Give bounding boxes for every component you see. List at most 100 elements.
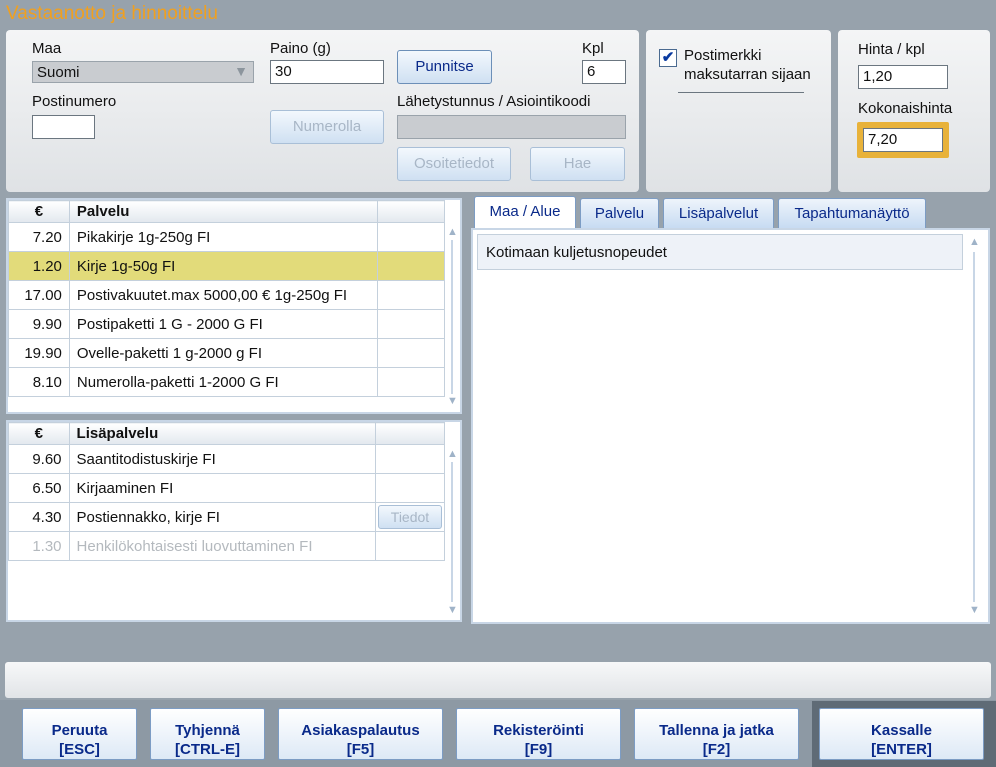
row-price: 8.10 [8, 367, 70, 397]
stamp-checkbox[interactable]: ✔ [659, 49, 677, 67]
row-price: 19.90 [8, 338, 70, 368]
row-price: 17.00 [8, 280, 70, 310]
save-and-continue-label: Tallenna ja jatka [659, 722, 774, 739]
save-and-continue-key: [F2] [702, 741, 731, 758]
row-extra [376, 367, 446, 397]
postal-code-label: Postinumero [32, 93, 117, 110]
table-row[interactable]: 19.90 Ovelle-paketti 1 g-2000 g FI [8, 338, 446, 368]
customer-feedback-label: Asiakaspalautus [301, 722, 420, 739]
row-price: 1.30 [8, 531, 70, 561]
currency-column-header: € [8, 422, 70, 445]
row-extra [376, 251, 446, 281]
list-item-label: Kotimaan kuljetusnopeudet [486, 244, 667, 261]
address-details-button[interactable]: Osoitetiedot [397, 147, 511, 181]
search-button[interactable]: Hae [530, 147, 625, 181]
customer-feedback-key: [F5] [346, 741, 375, 758]
tab-country-region[interactable]: Maa / Alue [474, 196, 576, 228]
services-table: € Palvelu 7.20 Pikakirje 1g-250g FI 1.20 K… [8, 200, 446, 397]
service-column-header: Palvelu [68, 200, 378, 223]
unit-price-label: Hinta / kpl [858, 41, 925, 58]
tab-service[interactable]: Palvelu [580, 198, 659, 228]
country-label: Maa [32, 40, 62, 57]
clear-button[interactable]: Tyhjennä [CTRL-E] [150, 708, 265, 760]
quantity-label: Kpl [582, 40, 604, 57]
table-row[interactable]: 4.30 Postiennakko, kirje FI Tiedot [8, 502, 446, 532]
tab-content-panel [471, 228, 990, 624]
tab-event-view[interactable]: Tapahtumanäyttö [778, 198, 926, 228]
total-price-field[interactable]: 7,20 [863, 128, 943, 152]
row-name: Kirje 1g-50g FI [68, 251, 378, 281]
weight-input[interactable]: 30 [270, 60, 384, 84]
arrow-up-icon[interactable]: ▲ [447, 226, 458, 238]
table-row[interactable]: 9.60 Saantitodistuskirje FI [8, 444, 446, 474]
quantity-input[interactable]: 6 [582, 60, 626, 84]
arrow-up-icon[interactable]: ▲ [447, 448, 458, 460]
extra-column-header [376, 200, 446, 223]
row-name: Ovelle-paketti 1 g-2000 g FI [68, 338, 378, 368]
row-extra: Tiedot [374, 502, 446, 532]
arrow-down-icon[interactable]: ▼ [969, 604, 980, 616]
tracking-code-input[interactable] [397, 115, 626, 139]
currency-column-header: € [8, 200, 70, 223]
row-price: 6.50 [8, 473, 70, 503]
table-row[interactable]: 7.20 Pikakirje 1g-250g FI [8, 222, 446, 252]
addons-table: € Lisäpalvelu 9.60 Saantitodistuskirje FI… [8, 422, 446, 561]
row-price: 9.60 [8, 444, 70, 474]
save-and-continue-button[interactable]: Tallenna ja jatka [F2] [634, 708, 799, 760]
stamp-label-line2: maksutarran sijaan [684, 66, 811, 83]
customer-feedback-button[interactable]: Asiakaspalautus [F5] [278, 708, 443, 760]
cancel-button[interactable]: Peruuta [ESC] [22, 708, 137, 760]
details-button[interactable]: Tiedot [377, 505, 442, 529]
table-row[interactable]: 9.90 Postipaketti 1 G - 2000 G FI [8, 309, 446, 339]
registration-label: Rekisteröinti [493, 722, 584, 739]
unit-price-field[interactable]: 1,20 [858, 65, 948, 89]
row-price: 4.30 [8, 502, 70, 532]
list-item[interactable]: Kotimaan kuljetusnopeudet [477, 234, 963, 270]
postal-code-input[interactable] [32, 115, 95, 139]
checkout-button[interactable]: Kassalle [ENTER] [819, 708, 984, 760]
row-extra [376, 222, 446, 252]
by-number-button[interactable]: Numerolla [270, 110, 384, 144]
services-scrollbar[interactable] [451, 240, 453, 394]
table-row[interactable]: 17.00 Postivakuutet.max 5000,00 € 1g-250g… [8, 280, 446, 310]
arrow-down-icon[interactable]: ▼ [447, 604, 458, 616]
services-header-row: € Palvelu [8, 200, 446, 223]
extra-column-header [374, 422, 446, 445]
addons-header-row: € Lisäpalvelu [8, 422, 446, 445]
table-row[interactable]: 6.50 Kirjaaminen FI [8, 473, 446, 503]
cancel-button-label: Peruuta [51, 722, 108, 739]
table-row-disabled: 1.30 Henkilökohtaisesti luovuttaminen FI [8, 531, 446, 561]
arrow-up-icon[interactable]: ▲ [969, 236, 980, 248]
checkout-label: Kassalle [871, 722, 932, 739]
row-extra [376, 309, 446, 339]
weight-label: Paino (g) [270, 40, 331, 57]
tracking-code-label: Lähetystunnus / Asiointikoodi [397, 93, 591, 110]
arrow-down-icon[interactable]: ▼ [447, 395, 458, 407]
checkout-key: [ENTER] [871, 741, 932, 758]
tab-content-scrollbar[interactable] [973, 252, 975, 602]
addons-scrollbar[interactable] [451, 462, 453, 602]
table-row-selected[interactable]: 1.20 Kirje 1g-50g FI [8, 251, 446, 281]
addon-column-header: Lisäpalvelu [68, 422, 376, 445]
row-name: Pikakirje 1g-250g FI [68, 222, 378, 252]
stamp-divider [678, 92, 804, 93]
row-extra [376, 280, 446, 310]
row-extra [374, 531, 446, 561]
registration-button[interactable]: Rekisteröinti [F9] [456, 708, 621, 760]
row-name: Postivakuutet.max 5000,00 € 1g-250g FI [68, 280, 378, 310]
row-name: Postipaketti 1 G - 2000 G FI [68, 309, 378, 339]
stamp-label-line1: Postimerkki [684, 47, 762, 64]
weigh-button[interactable]: Punnitse [397, 50, 492, 84]
status-bar [5, 662, 991, 698]
row-price: 9.90 [8, 309, 70, 339]
country-select[interactable]: Suomi ▼ [32, 61, 254, 83]
tab-addon-services[interactable]: Lisäpalvelut [663, 198, 774, 228]
stamp-label: Postimerkki maksutarran sijaan [684, 46, 811, 84]
row-name: Postiennakko, kirje FI [68, 502, 376, 532]
window-title: Vastaanotto ja hinnoittelu [6, 3, 218, 24]
row-name: Saantitodistuskirje FI [68, 444, 376, 474]
row-price: 1.20 [8, 251, 70, 281]
cancel-button-key: [ESC] [59, 741, 100, 758]
clear-button-label: Tyhjennä [175, 722, 240, 739]
table-row[interactable]: 8.10 Numerolla-paketti 1-2000 G FI [8, 367, 446, 397]
